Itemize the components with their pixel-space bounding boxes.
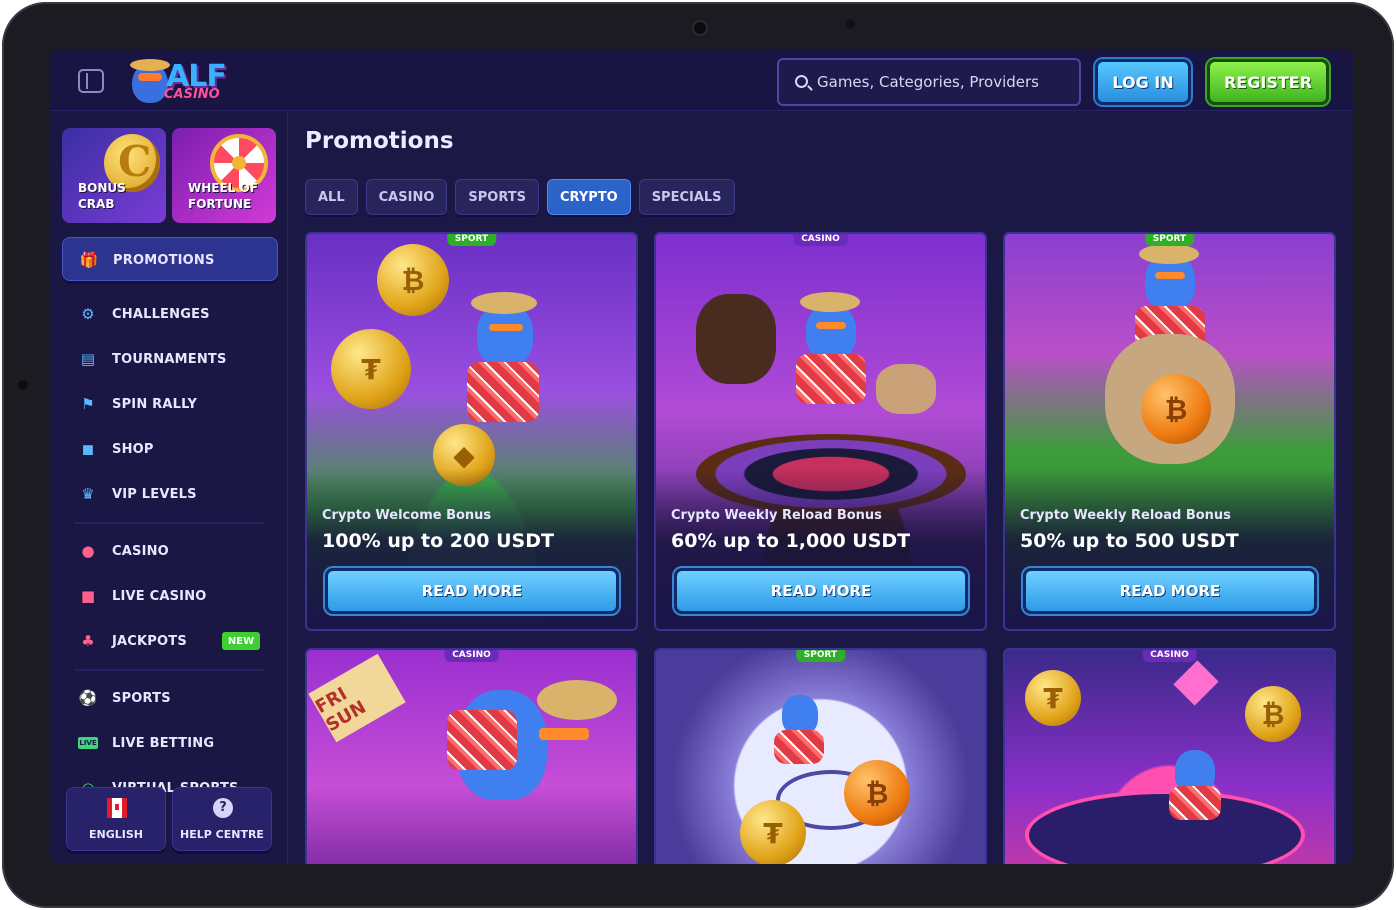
new-badge: NEW [222, 632, 260, 650]
trophy-icon: ⚙ [81, 305, 95, 323]
promo-card[interactable]: ₿ ₮ ◆ SPORT Crypto Welcome Bonus 100% up… [305, 232, 638, 631]
promo-card[interactable]: CASINO Crypto Weekly Reload Bonus 60% up… [654, 232, 987, 631]
card-subtitle: Crypto Weekly Reload Bonus [671, 508, 882, 523]
login-button[interactable]: LOG IN [1095, 59, 1191, 105]
fri-sun-sign: FRI SUN [308, 653, 406, 743]
promo-card[interactable]: FRI SUN CASINO [305, 648, 638, 864]
sidebar-item-casino[interactable]: ● CASINO [62, 531, 278, 571]
logo-subtext: CASINO [164, 87, 220, 102]
sidebar-divider [74, 669, 264, 671]
flag-icon: ⚑ [81, 395, 95, 413]
tablet-frame: ALF CASINO Games, Categories, Providers … [2, 2, 1394, 908]
help-icon: ? [213, 798, 233, 818]
search-input[interactable]: Games, Categories, Providers [777, 58, 1081, 106]
card-title: 50% up to 500 USDT [1020, 530, 1239, 552]
side-sensor [18, 380, 28, 390]
sidebar-toggle-icon[interactable] [78, 69, 104, 93]
sensor [845, 19, 855, 29]
logo[interactable]: ALF CASINO [130, 55, 232, 107]
sidebar: BONUS CRAB WHEEL OF FORTUNE 🎁 PROMOTIONS… [50, 112, 288, 864]
sidebar-divider [74, 522, 264, 524]
card-title: 60% up to 1,000 USDT [671, 530, 911, 552]
bitcoin-coin-icon: ₿ [844, 760, 910, 826]
tab-specials[interactable]: SPECIALS [638, 179, 735, 215]
help-centre-button[interactable]: ? HELP CENTRE [172, 787, 272, 851]
tether-coin-icon: ₮ [331, 329, 411, 409]
bonus-crab-tile[interactable]: BONUS CRAB [62, 128, 166, 223]
sidebar-item-live-betting[interactable]: LIVE LIVE BETTING [62, 723, 278, 763]
crown-icon: ♛ [81, 485, 95, 503]
card-subtitle: Crypto Weekly Reload Bonus [1020, 508, 1231, 523]
agent-figure [696, 294, 776, 384]
ethereum-gem-icon [1173, 660, 1219, 706]
soccer-ball-icon: ⚽ [78, 689, 98, 707]
sidebar-item-spin-rally[interactable]: ⚑ SPIN RALLY [62, 384, 278, 424]
category-tag: SPORT [795, 650, 846, 662]
front-camera [694, 22, 706, 34]
search-icon [795, 75, 808, 88]
tab-all[interactable]: ALL [305, 179, 358, 215]
gift-icon: 🎁 [79, 251, 99, 269]
category-tag: CASINO [1142, 650, 1197, 662]
promo-card[interactable]: ₮ ₿ CASINO [1003, 648, 1336, 864]
category-tag: SPORT [1144, 234, 1195, 246]
bitcoin-coin-icon: ₿ [1141, 374, 1211, 444]
sidebar-item-promotions[interactable]: 🎁 PROMOTIONS [62, 237, 278, 281]
promo-illustration: ₮ ₿ [656, 650, 985, 864]
bitcoin-coin-icon: ₿ [377, 244, 449, 316]
alien-mascot [806, 304, 856, 360]
pug-figure [876, 364, 936, 414]
sidebar-item-tournaments[interactable]: ▤ TOURNAMENTS [62, 339, 278, 379]
sidebar-item-sports[interactable]: ⚽ SPORTS [62, 678, 278, 718]
language-button[interactable]: ENGLISH [66, 787, 166, 851]
card-subtitle: Crypto Welcome Bonus [322, 508, 492, 523]
cherry-icon: ● [81, 542, 95, 560]
sidebar-item-live-casino[interactable]: ■ LIVE CASINO [62, 576, 278, 616]
promo-illustration: ₮ ₿ [1005, 650, 1334, 864]
tether-coin-icon: ₮ [1025, 670, 1081, 726]
sidebar-item-vip-levels[interactable]: ♛ VIP LEVELS [62, 474, 278, 514]
tab-sports[interactable]: SPORTS [455, 179, 539, 215]
sidebar-item-jackpots[interactable]: ♣ JACKPOTS NEW [62, 621, 278, 661]
ufo-figure [1025, 790, 1305, 864]
podium-icon: ▤ [80, 350, 96, 368]
sidebar-item-shop[interactable]: ◼ SHOP [62, 429, 278, 469]
card-title: 100% up to 200 USDT [322, 530, 554, 552]
read-more-button[interactable]: READ MORE [674, 568, 968, 614]
bitcoin-coin-icon: ₿ [1245, 686, 1301, 742]
tether-coin-icon: ₮ [740, 800, 806, 864]
alien-mascot [782, 695, 818, 735]
register-button[interactable]: REGISTER [1207, 59, 1329, 105]
promo-card[interactable]: ₿ SPORT Crypto Weekly Reload Bonus 50% u… [1003, 232, 1336, 631]
category-tag: CASINO [793, 234, 848, 246]
tab-crypto[interactable]: CRYPTO [546, 179, 631, 215]
top-header: ALF CASINO Games, Categories, Providers … [50, 49, 1353, 111]
promo-tabs: ALL CASINO SPORTS CRYPTO SPECIALS [305, 179, 735, 215]
sidebar-item-challenges[interactable]: ⚙ CHALLENGES [62, 294, 278, 334]
promo-illustration: FRI SUN [307, 650, 636, 864]
read-more-button[interactable]: READ MORE [1023, 568, 1317, 614]
tab-casino[interactable]: CASINO [365, 179, 448, 215]
category-tag: CASINO [444, 650, 499, 662]
shopping-bag-icon: ◼ [81, 440, 95, 458]
canada-flag-icon [107, 798, 127, 818]
wheel-of-fortune-tile[interactable]: WHEEL OF FORTUNE [172, 128, 276, 223]
live-cards-icon: ■ [80, 587, 96, 605]
screen: ALF CASINO Games, Categories, Providers … [50, 49, 1353, 864]
promo-card[interactable]: ₮ ₿ SPORT [654, 648, 987, 864]
live-icon: LIVE [78, 737, 98, 749]
read-more-button[interactable]: READ MORE [325, 568, 619, 614]
main-content: Promotions ALL CASINO SPORTS CRYPTO SPEC… [289, 112, 1353, 864]
clover-icon: ♣ [81, 632, 95, 650]
category-tag: SPORT [446, 234, 497, 246]
search-placeholder: Games, Categories, Providers [817, 73, 1039, 91]
page-title: Promotions [305, 128, 454, 154]
